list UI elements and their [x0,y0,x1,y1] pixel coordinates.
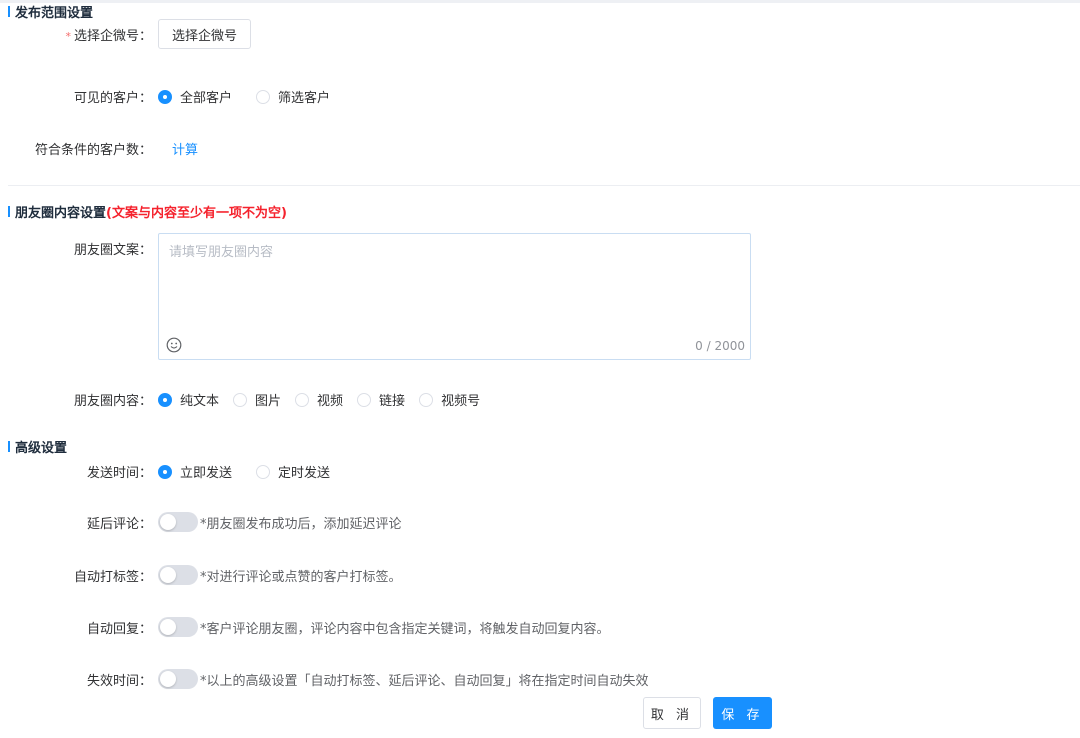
radio-label: 定时发送 [278,466,331,481]
save-button[interactable]: 保 存 [713,697,772,729]
radio-label: 纯文本 [180,394,220,409]
wecom-row: * 选择企微号： 选择企微号 [0,19,252,49]
switch-knob [160,671,176,687]
radio-link[interactable]: 链接 [357,390,405,409]
radio-video[interactable]: 视频 [295,390,343,409]
auto-reply-hint: *客户评论朋友圈，评论内容中包含指定关键词，将触发自动回复内容。 [200,621,610,637]
delayed-comment-label: 延后评论： [86,516,152,532]
delayed-comment-hint: *朋友圈发布成功后，添加延迟评论 [200,516,402,532]
radio-dot [256,464,271,479]
section-title-text: 朋友圈内容设置 [15,206,107,221]
expire-time-row: 失效时间： *以上的高级设置「自动打标签、延后评论、自动回复」将在指定时间自动失… [0,669,649,689]
radio-dot [419,392,434,407]
radio-scheduled-send[interactable]: 定时发送 [256,462,330,481]
radio-channels[interactable]: 视频号 [419,390,480,409]
expire-time-label: 失效时间： [86,673,152,689]
radio-label: 全部客户 [180,91,233,106]
radio-dot [256,89,271,104]
send-time-label: 发送时间： [86,466,152,481]
radio-dot [233,392,248,407]
radio-label: 链接 [379,394,406,409]
section-marker [8,441,10,452]
send-time-radio-group: 立即发送 定时发送 [158,462,344,481]
auto-tag-hint: *对进行评论或点赞的客户打标签。 [200,569,402,585]
section-title-advanced: 高级设置 [8,437,67,456]
auto-tag-row: 自动打标签： *对进行评论或点赞的客户打标签。 [0,565,402,585]
auto-tag-label: 自动打标签： [73,569,152,585]
top-divider [0,0,1080,3]
radio-send-now[interactable]: 立即发送 [158,462,232,481]
switch-knob [160,567,176,583]
radio-label: 视频号 [441,394,481,409]
radio-filter-customers[interactable]: 筛选客户 [256,87,330,106]
moments-copy-label: 朋友圈文案： [73,243,152,258]
char-counter: 0 / 2000 [695,339,745,353]
auto-reply-label: 自动回复： [86,621,152,637]
radio-label: 视频 [317,394,344,409]
wecom-label-text: 选择企微号： [73,28,152,44]
moments-copy-textarea[interactable]: 请填写朋友圈内容 0 / 2000 [158,233,751,360]
radio-label: 筛选客户 [278,91,331,106]
auto-reply-row: 自动回复： *客户评论朋友圈，评论内容中包含指定关键词，将触发自动回复内容。 [0,617,610,637]
section-warning-text: (文案与内容至少有一项不为空) [106,206,287,221]
content-type-radio-group: 纯文本 图片 视频 链接 视频号 [158,390,494,409]
auto-reply-switch[interactable] [158,617,198,637]
moments-content-type-row: 朋友圈内容： 纯文本 图片 视频 链接 视频号 [0,390,494,409]
select-wecom-button[interactable]: 选择企微号 [158,19,252,49]
textarea-placeholder: 请填写朋友圈内容 [169,245,274,260]
visible-customers-radio-group: 全部客户 筛选客户 [158,87,344,106]
calculate-link[interactable]: 计算 [172,139,198,158]
smiley-icon[interactable] [166,337,182,353]
radio-dot [158,392,172,407]
section-divider [8,185,1080,186]
section-title-moments-content: 朋友圈内容设置 (文案与内容至少有一项不为空) [8,202,287,221]
switch-knob [160,619,176,635]
visible-customers-label: 可见的客户： [73,91,152,106]
switch-knob [160,514,176,530]
matching-count-row: 符合条件的客户数： 计算 [0,139,198,158]
radio-plain-text[interactable]: 纯文本 [158,390,219,409]
radio-label: 立即发送 [180,466,233,481]
radio-image[interactable]: 图片 [233,390,281,409]
moments-content-type-label: 朋友圈内容： [73,394,152,409]
radio-dot [158,89,172,104]
matching-count-label: 符合条件的客户数： [34,143,152,158]
required-mark: * [65,29,71,43]
visible-customers-row: 可见的客户： 全部客户 筛选客户 [0,87,344,106]
delayed-comment-row: 延后评论： *朋友圈发布成功后，添加延迟评论 [0,512,402,532]
section-title-text: 高级设置 [15,441,68,456]
delayed-comment-switch[interactable] [158,512,198,532]
wecom-label: * 选择企微号： [0,25,152,44]
moments-copy-row: 朋友圈文案： [0,239,152,258]
expire-time-hint: *以上的高级设置「自动打标签、延后评论、自动回复」将在指定时间自动失效 [200,673,649,689]
section-marker [8,206,10,217]
auto-tag-switch[interactable] [158,565,198,585]
radio-dot [158,464,172,479]
radio-dot [295,392,310,407]
send-time-row: 发送时间： 立即发送 定时发送 [0,462,344,481]
section-marker [8,6,10,17]
expire-time-switch[interactable] [158,669,198,689]
cancel-button[interactable]: 取 消 [643,697,701,729]
radio-dot [357,392,372,407]
radio-all-customers[interactable]: 全部客户 [158,87,232,106]
radio-label: 图片 [255,394,282,409]
